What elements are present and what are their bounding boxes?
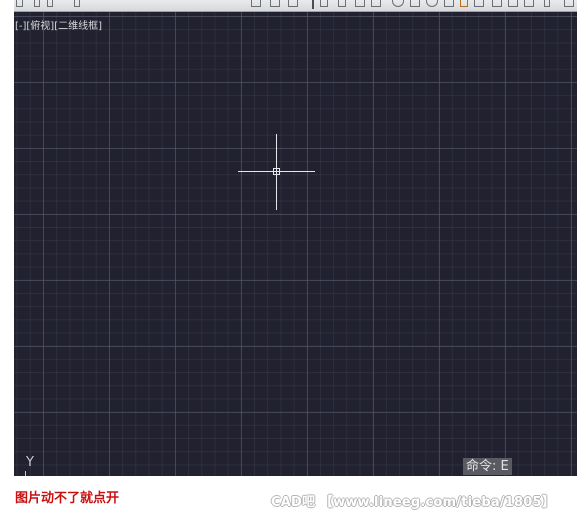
command-prompt-tooltip: 命令: E <box>463 458 512 475</box>
toolbar-icon[interactable] <box>392 0 404 7</box>
toolbar-icon[interactable] <box>492 0 502 7</box>
toolbar-icon[interactable] <box>444 0 454 7</box>
watermark-text: CAD吧 【www.lineeg.com/tieba/1805】 <box>271 495 555 510</box>
toolbar-icon[interactable] <box>270 0 280 7</box>
toolbar-icon[interactable] <box>47 0 53 7</box>
ucs-icon <box>25 471 26 476</box>
toolbar-icon[interactable] <box>355 0 365 7</box>
toolbar-icon[interactable] <box>508 0 518 7</box>
toolbar-icon[interactable] <box>74 0 80 7</box>
image-caption: 图片动不了就点开 <box>15 491 120 506</box>
ribbon-toolbar <box>14 0 577 12</box>
screenshot-page: [-][俯视][二维线框] Y 命令: E 图片动不了就点开 CAD吧 【www… <box>0 0 577 518</box>
ucs-y-axis-label: Y <box>26 455 34 470</box>
toolbar-icon[interactable] <box>460 0 468 7</box>
viewport-controls-label[interactable]: [-][俯视][二维线框] <box>15 21 102 33</box>
toolbar-icon[interactable] <box>371 0 381 7</box>
cursor-pickbox-icon <box>273 168 280 175</box>
toolbar-icon[interactable] <box>288 0 298 7</box>
toolbar-icon[interactable] <box>426 0 438 7</box>
toolbar-icon[interactable] <box>474 0 484 7</box>
toolbar-icon[interactable] <box>251 0 261 7</box>
toolbar-icon[interactable] <box>338 0 346 7</box>
toolbar-icon[interactable] <box>564 0 574 7</box>
toolbar-icon[interactable] <box>320 0 328 7</box>
toolbar-icon[interactable] <box>544 0 550 7</box>
toolbar-separator <box>312 0 314 9</box>
toolbar-icon[interactable] <box>16 0 23 7</box>
toolbar-icon[interactable] <box>34 0 40 7</box>
toolbar-icon[interactable] <box>410 0 420 7</box>
drawing-canvas[interactable]: [-][俯视][二维线框] Y 命令: E <box>14 12 577 476</box>
toolbar-icon[interactable] <box>524 0 534 7</box>
